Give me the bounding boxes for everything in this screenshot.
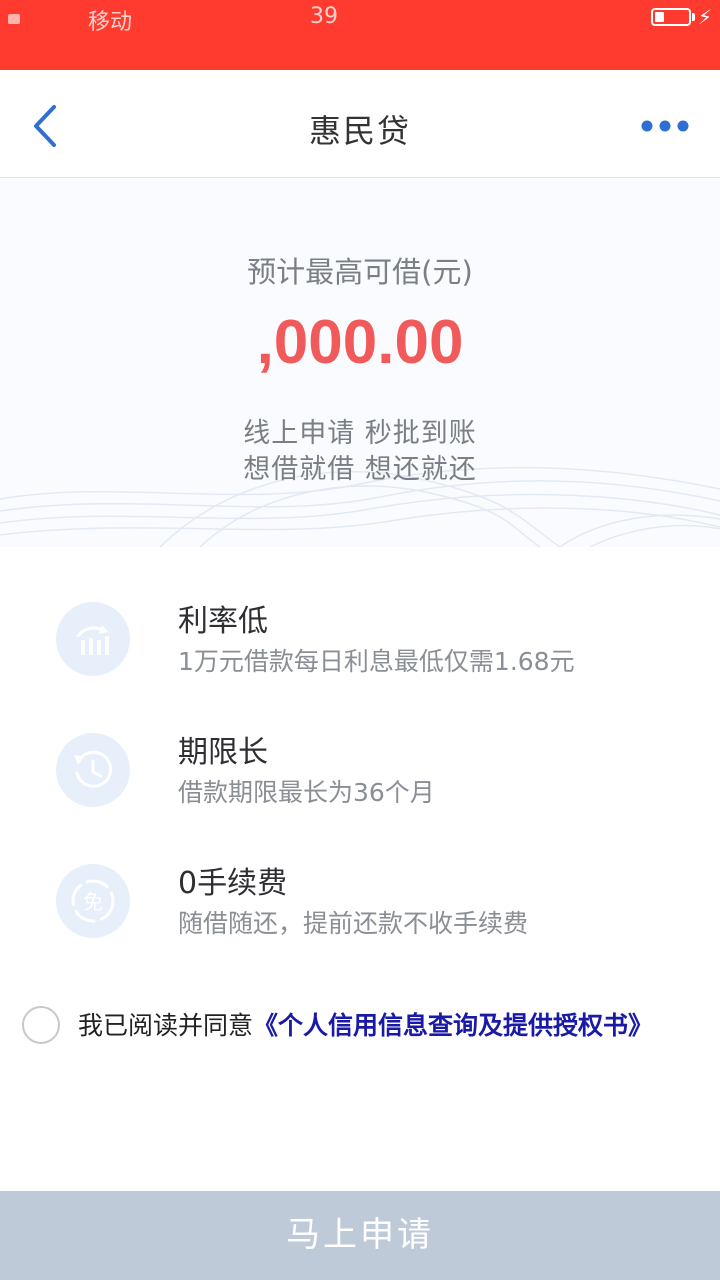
agreement-prefix: 我已阅读并同意: [78, 1011, 254, 1040]
feature-desc: 1万元借款每日利息最低仅需1.68元: [178, 647, 575, 676]
feature-title: 0手续费: [178, 866, 288, 901]
free-icon-text: 免: [83, 890, 103, 914]
page-title: 惠民贷: [308, 112, 411, 150]
clock-icon: [56, 733, 130, 807]
status-time: 39: [310, 4, 338, 29]
charging-icon: ⚡: [698, 5, 713, 29]
more-button[interactable]: [640, 118, 690, 134]
max-loan-label: 预计最高可借(元): [247, 255, 473, 289]
nav-bar: 惠民贷: [0, 70, 720, 178]
loan-hero: 预计最高可借(元) ,000.00 线上申请 秒批到账 想借就借 想还就还: [0, 179, 720, 547]
max-loan-amount: ,000.00: [256, 308, 464, 377]
feature-zero-fee: 免 0手续费 随借随还，提前还款不收手续费: [0, 864, 720, 974]
rate-chart-icon: [56, 602, 130, 676]
feature-title: 期限长: [178, 735, 268, 770]
battery-icon: [651, 8, 691, 26]
credit-authorization-link[interactable]: 《个人信用信息查询及提供授权书》: [253, 1011, 653, 1040]
feature-desc: 随借随还，提前还款不收手续费: [178, 909, 529, 938]
battery-cap: [692, 13, 695, 21]
more-dots-icon: [641, 120, 689, 132]
apply-now-button[interactable]: 马上申请: [0, 1191, 720, 1280]
free-fee-icon: 免: [56, 864, 130, 938]
feature-desc: 借款期限最长为36个月: [178, 778, 435, 807]
signal-icon: [8, 14, 20, 24]
feature-low-rate: 利率低 1万元借款每日利息最低仅需1.68元: [0, 602, 720, 712]
carrier-name: 移动: [88, 10, 133, 35]
tagline-line-1: 线上申请 秒批到账: [243, 418, 477, 449]
agreement-row: 我已阅读并同意《个人信用信息查询及提供授权书》: [0, 1000, 720, 1090]
status-bar: 移动 39 ⚡: [0, 0, 720, 70]
loan-page: 移动 39 ⚡ 惠民贷 预计最高可借(元) ,000.00 线上申请 秒批到账 …: [0, 0, 720, 1280]
tagline-line-2: 想借就借 想还就还: [243, 454, 477, 485]
feature-long-term: 期限长 借款期限最长为36个月: [0, 733, 720, 843]
feature-title: 利率低: [178, 604, 268, 639]
agreement-text: 我已阅读并同意《个人信用信息查询及提供授权书》: [78, 1004, 678, 1048]
agree-checkbox[interactable]: [22, 1006, 60, 1044]
